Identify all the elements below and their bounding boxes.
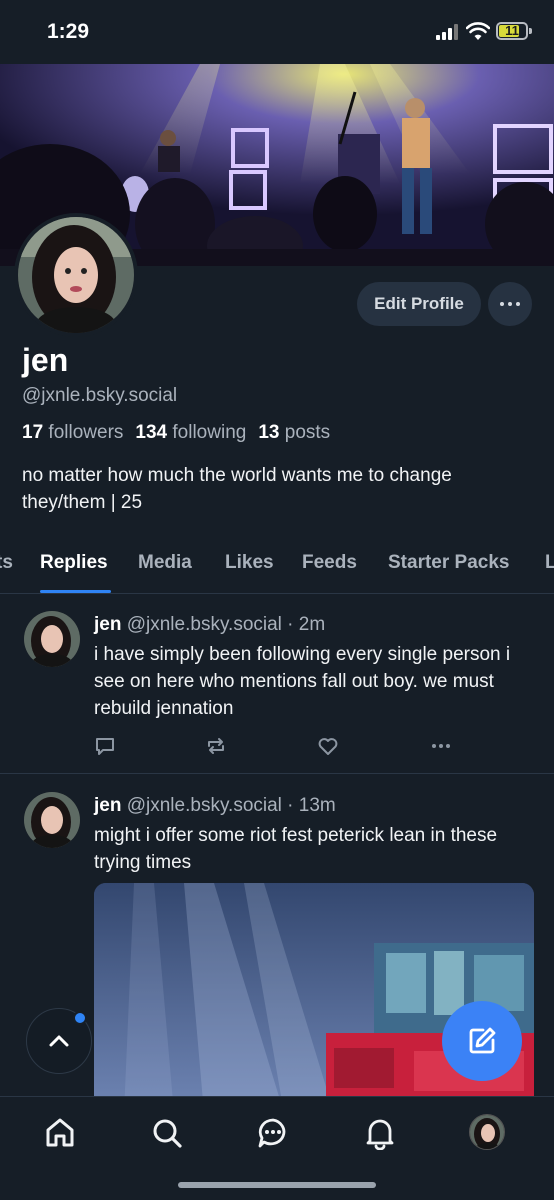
ellipsis-icon[interactable] [430, 735, 452, 757]
repost-icon[interactable] [205, 735, 227, 757]
tab-starter-packs[interactable]: Starter Packs [388, 552, 509, 574]
home-icon [46, 1118, 74, 1147]
profile-bio: no matter how much the world wants me to… [22, 462, 532, 516]
tab-media[interactable]: Media [138, 552, 192, 574]
compose-icon [469, 1027, 496, 1054]
active-tab-indicator [40, 590, 111, 593]
profile-handle: @jxnle.bsky.social [22, 385, 178, 406]
post-author-name[interactable]: jen [94, 795, 121, 816]
avatar-image [24, 611, 80, 667]
tab-feeds[interactable]: Feeds [302, 552, 357, 574]
post-author-avatar[interactable] [24, 611, 80, 667]
profile-avatar[interactable] [14, 213, 138, 337]
post-text: might i offer some riot fest peterick le… [94, 825, 498, 873]
tab-posts[interactable]: ts [0, 552, 13, 574]
tab-lists[interactable]: L [545, 552, 554, 574]
post-author-handle[interactable]: @jxnle.bsky.social [127, 795, 282, 816]
nav-profile-avatar[interactable] [469, 1114, 505, 1150]
new-posts-dot [73, 1011, 87, 1025]
post-author-name[interactable]: jen [94, 614, 121, 635]
chat-icon [258, 1118, 286, 1148]
tab-likes[interactable]: Likes [225, 552, 274, 574]
post-timestamp[interactable]: · 2m [287, 614, 325, 635]
profile-display-name: jen [22, 342, 69, 378]
heart-icon[interactable] [317, 735, 339, 757]
search-icon [153, 1119, 182, 1148]
post-header: jen @jxnle.bsky.social · 2m [94, 614, 325, 636]
battery-indicator: 11 [496, 22, 528, 40]
followers-link[interactable]: 17 followers [22, 422, 123, 443]
post-text: i have simply been following every singl… [94, 644, 511, 719]
post-header: jen @jxnle.bsky.social · 13m [94, 795, 336, 817]
avatar-image [470, 1115, 504, 1149]
nav-search[interactable] [149, 1115, 185, 1151]
post-actions [94, 735, 474, 759]
bell-icon [366, 1119, 394, 1150]
profile-more-button[interactable] [488, 282, 532, 326]
profile-stats: 17 followers 134 following 13 posts [22, 422, 330, 444]
nav-home[interactable] [42, 1115, 78, 1151]
status-bar: 1:29 11 [0, 0, 554, 64]
following-link[interactable]: 134 following [135, 422, 246, 443]
avatar-image [24, 792, 80, 848]
cellular-signal-icon [436, 24, 460, 40]
bio-line: no matter how much the world wants me to… [22, 465, 452, 486]
profile-tabs: ts Replies Media Likes Feeds Starter Pac… [0, 540, 554, 594]
chevron-up-icon [49, 1035, 69, 1047]
ellipsis-icon [498, 302, 522, 306]
status-time: 1:29 [47, 20, 90, 43]
posts-count: 13 posts [258, 422, 331, 443]
reply-icon[interactable] [94, 735, 116, 757]
edit-profile-button[interactable]: Edit Profile [357, 282, 481, 326]
home-indicator [178, 1182, 376, 1188]
feed-post[interactable]: jen @jxnle.bsky.social · 2m i have simpl… [0, 595, 554, 774]
bio-line: they/them | 25 [22, 492, 143, 513]
post-timestamp[interactable]: · 13m [287, 795, 336, 816]
nav-chat[interactable] [255, 1115, 291, 1151]
post-author-avatar[interactable] [24, 792, 80, 848]
wifi-icon [466, 22, 490, 40]
avatar-image [18, 217, 134, 333]
compose-button[interactable] [442, 1001, 522, 1081]
tab-replies[interactable]: Replies [40, 552, 108, 574]
nav-notifications[interactable] [362, 1115, 398, 1151]
battery-percent: 11 [505, 23, 519, 38]
post-author-handle[interactable]: @jxnle.bsky.social [127, 614, 282, 635]
